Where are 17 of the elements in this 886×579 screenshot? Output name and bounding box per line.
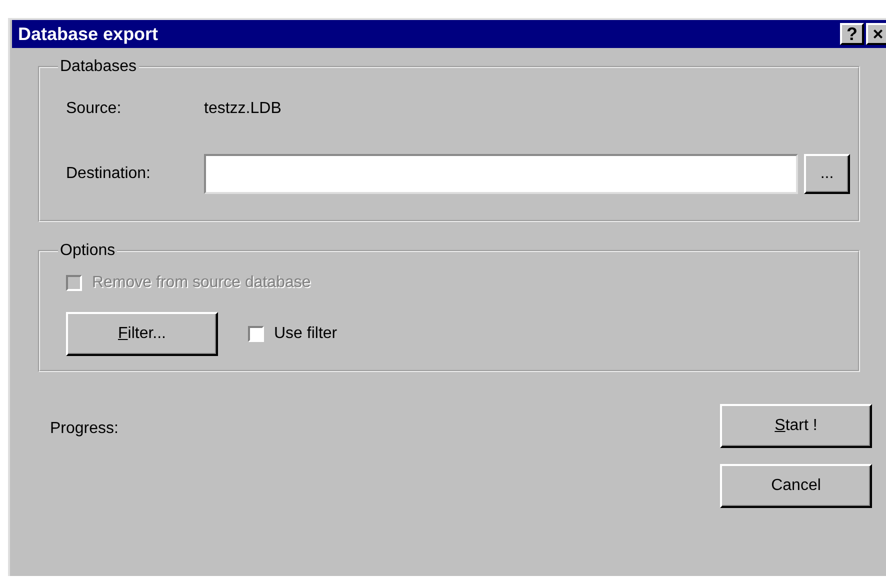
checkbox-label: Remove from source database: [92, 274, 311, 292]
destination-label: Destination:: [66, 165, 152, 183]
source-label: Source:: [66, 100, 122, 118]
progress-label: Progress:: [50, 420, 118, 438]
source-value: testzz.LDB: [204, 100, 282, 118]
checkbox-label: Use filter: [274, 325, 338, 343]
browse-button[interactable]: ...: [804, 154, 850, 194]
group-legend: Databases: [58, 58, 138, 76]
close-button[interactable]: ×: [866, 23, 886, 45]
destination-field[interactable]: [204, 154, 798, 194]
window-title: Database export: [18, 24, 158, 44]
checkbox[interactable]: [248, 326, 264, 342]
cancel-button[interactable]: Cancel: [720, 464, 872, 508]
help-button[interactable]: ?: [840, 23, 864, 45]
group-legend: Options: [58, 242, 118, 260]
start-button[interactable]: Start !: [720, 404, 872, 448]
filter-button[interactable]: Filter...: [66, 312, 218, 356]
